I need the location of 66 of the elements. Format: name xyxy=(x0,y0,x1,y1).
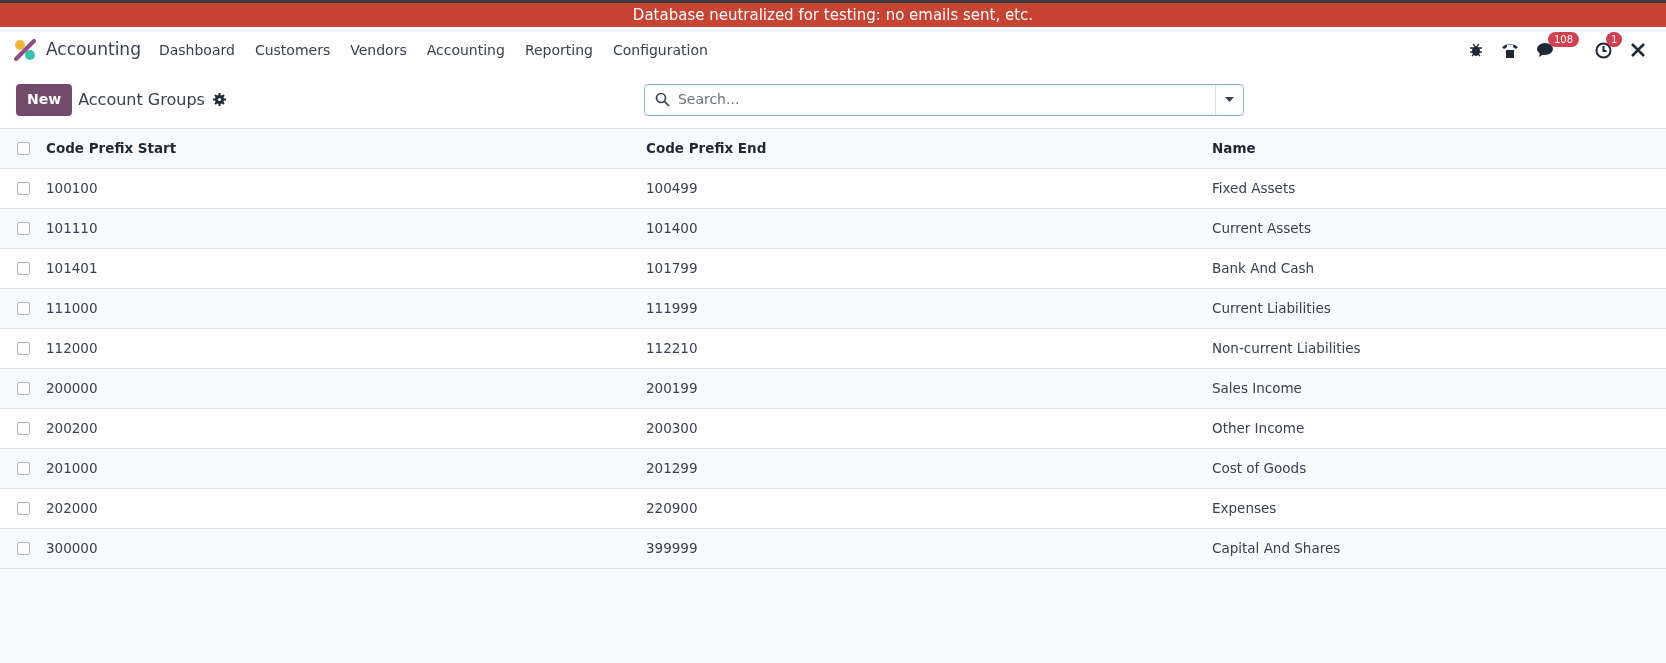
table-cell: 101400 xyxy=(646,220,698,237)
menu-item[interactable]: Vendors xyxy=(340,39,417,61)
search-bar[interactable]: Search... xyxy=(643,83,1244,116)
table-cell: Capital And Shares xyxy=(1212,540,1341,557)
table-cell: Sales Income xyxy=(1212,380,1302,397)
table-cell: 112000 xyxy=(46,340,98,357)
search-icon xyxy=(654,92,670,107)
table-cell: Fixed Assets xyxy=(1212,180,1296,197)
row-checkbox[interactable] xyxy=(17,382,30,395)
table-cell: Other Income xyxy=(1212,420,1305,437)
chat-icon[interactable] xyxy=(1537,42,1555,58)
row-checkbox[interactable] xyxy=(17,342,30,355)
phone-icon[interactable] xyxy=(1501,41,1519,59)
app-logo-icon[interactable] xyxy=(14,39,36,61)
menu-item[interactable]: Accounting xyxy=(416,39,515,61)
table-cell: Bank And Cash xyxy=(1212,260,1315,277)
menu-item[interactable]: Customers xyxy=(244,39,341,61)
table-cell: 220900 xyxy=(646,500,698,517)
row-checkbox[interactable] xyxy=(17,462,30,475)
table-cell: Current Assets xyxy=(1212,220,1311,237)
table-cell: 201299 xyxy=(646,460,698,477)
table-cell: 200000 xyxy=(46,380,98,397)
table-cell: 201000 xyxy=(46,460,98,477)
bug-icon[interactable] xyxy=(1469,43,1483,57)
table-cell: 111000 xyxy=(46,300,98,317)
row-checkbox[interactable] xyxy=(17,182,30,195)
table-cell: 101110 xyxy=(46,220,98,237)
table-cell: 100499 xyxy=(646,180,698,197)
table-cell: 399999 xyxy=(646,540,698,557)
row-checkbox[interactable] xyxy=(17,262,30,275)
table-cell: Expenses xyxy=(1212,500,1277,517)
table-cell: Cost of Goods xyxy=(1212,460,1307,477)
row-checkbox[interactable] xyxy=(17,302,30,315)
test-database-banner: Database neutralized for testing: no emails sent, etc. xyxy=(0,3,1666,27)
page-title: Account Groups xyxy=(78,88,205,111)
table-cell: 100100 xyxy=(46,180,98,197)
row-checkbox[interactable] xyxy=(17,542,30,555)
settings-icon[interactable] xyxy=(212,93,226,106)
message-count-badge: 108 xyxy=(1548,32,1580,47)
table-cell: 101799 xyxy=(646,260,698,277)
table-cell: 200199 xyxy=(646,380,698,397)
table-cell: 111999 xyxy=(646,300,698,317)
menu-item[interactable]: Reporting xyxy=(514,39,603,61)
row-checkbox[interactable] xyxy=(17,422,30,435)
clock-icon[interactable] xyxy=(1595,41,1612,59)
column-header[interactable]: Code Prefix Start xyxy=(46,140,177,157)
new-button[interactable]: New xyxy=(16,83,73,116)
table-cell: 300000 xyxy=(46,540,98,557)
table-cell: Non-current Liabilities xyxy=(1212,340,1361,357)
row-checkbox[interactable] xyxy=(17,502,30,515)
table-cell: Current Liabilities xyxy=(1212,300,1331,317)
app-name[interactable]: Accounting xyxy=(46,37,141,63)
menu-item[interactable]: Configuration xyxy=(602,39,718,61)
select-all-checkbox[interactable] xyxy=(17,142,30,155)
search-input[interactable]: Search... xyxy=(677,89,1215,110)
menu-item[interactable]: Dashboard xyxy=(148,39,245,61)
row-checkbox[interactable] xyxy=(17,222,30,235)
table-cell: 200200 xyxy=(46,420,98,437)
column-header[interactable]: Code Prefix End xyxy=(646,140,767,157)
table-cell: 112210 xyxy=(646,340,698,357)
table-cell: 202000 xyxy=(46,500,98,517)
table-cell: 200300 xyxy=(646,420,698,437)
table-cell: 101401 xyxy=(46,260,98,277)
caret-icon xyxy=(1224,97,1234,102)
activity-count-badge: 1 xyxy=(1606,31,1623,47)
column-header[interactable]: Name xyxy=(1212,140,1256,157)
